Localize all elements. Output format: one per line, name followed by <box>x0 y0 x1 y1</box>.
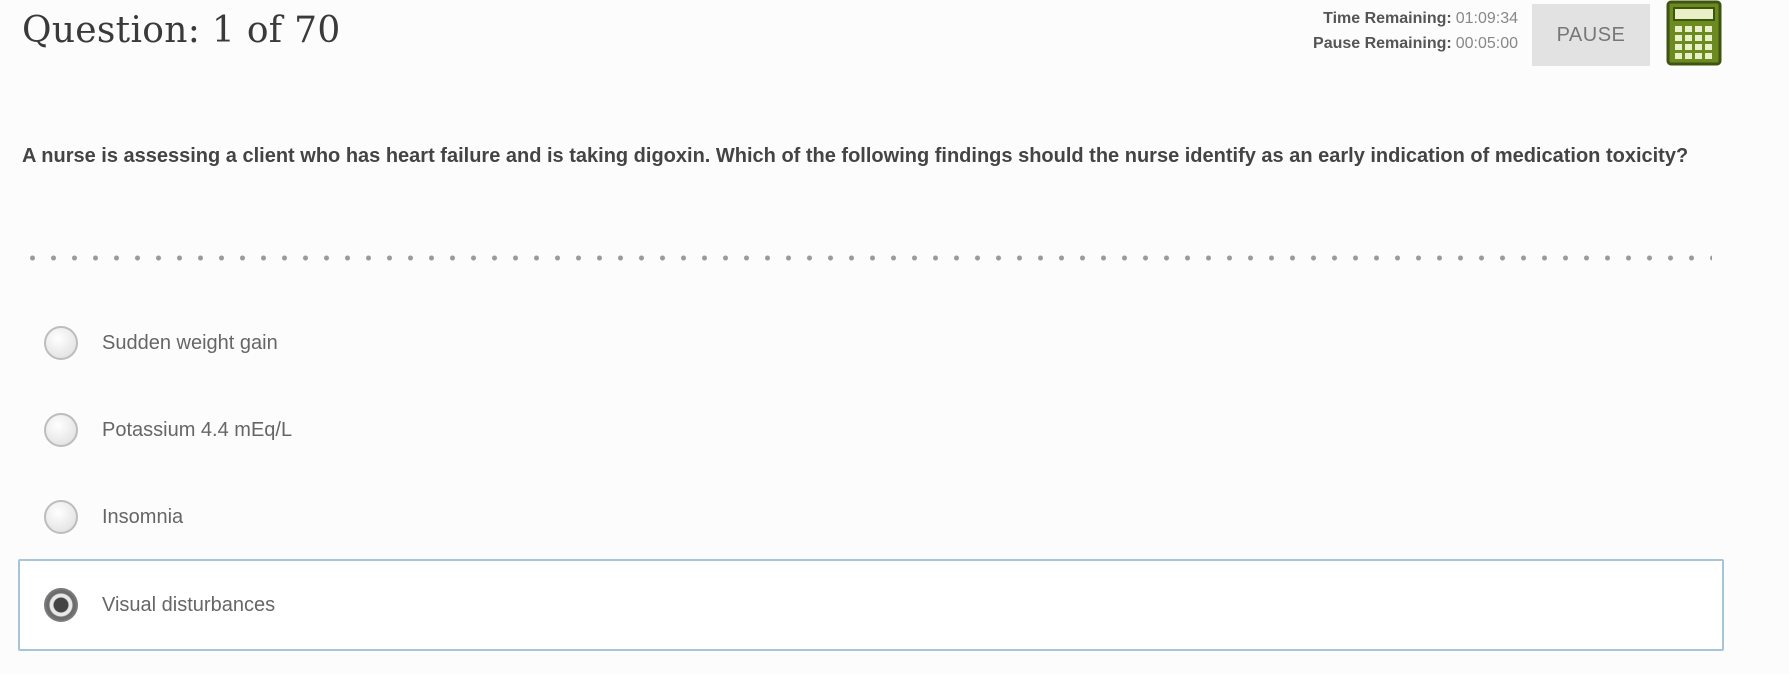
calculator-icon <box>1666 0 1722 66</box>
answer-option[interactable]: Insomnia <box>18 482 1724 554</box>
radio-button-selected[interactable] <box>44 588 78 622</box>
pause-remaining-value: 00:05:00 <box>1455 35 1518 52</box>
option-label: Visual disturbances <box>102 594 276 616</box>
pause-button[interactable]: PAUSE <box>1532 4 1650 66</box>
radio-button[interactable] <box>44 326 78 360</box>
option-label: Potassium 4.4 mEq/L <box>102 419 293 441</box>
option-label: Insomnia <box>102 506 184 528</box>
exam-page: Question: 1 of 70 Time Remaining: 01:09:3… <box>0 0 1789 674</box>
pause-remaining: Pause Remaining: 00:05:00 <box>1170 31 1518 56</box>
timer-panel: Time Remaining: 01:09:34 Pause Remaining:… <box>1170 6 1518 56</box>
radio-button[interactable] <box>44 500 78 534</box>
time-remaining-value: 01:09:34 <box>1455 10 1518 27</box>
answer-option[interactable]: Sudden weight gain <box>18 308 1724 380</box>
time-remaining-label: Time Remaining: <box>1323 10 1452 27</box>
question-text: A nurse is assessing a client who has he… <box>22 145 1689 167</box>
question-counter: Question: 1 of 70 <box>22 10 341 51</box>
option-label: Sudden weight gain <box>102 332 278 354</box>
dotted-divider <box>22 254 1712 262</box>
calculator-button[interactable] <box>1666 0 1722 66</box>
answer-option[interactable]: Potassium 4.4 mEq/L <box>18 395 1724 467</box>
time-remaining: Time Remaining: 01:09:34 <box>1170 6 1518 31</box>
answer-option-selected[interactable]: Visual disturbances <box>18 559 1724 651</box>
radio-button[interactable] <box>44 413 78 447</box>
pause-remaining-label: Pause Remaining: <box>1313 35 1452 52</box>
